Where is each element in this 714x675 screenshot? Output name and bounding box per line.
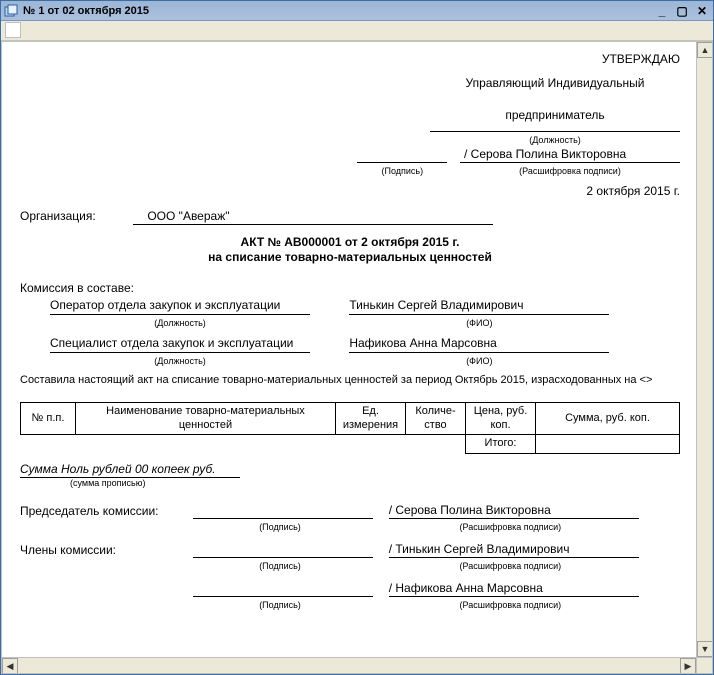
sum-words: Сумма Ноль рублей 00 копеек руб. xyxy=(20,462,240,478)
table-header-row: № п.п. Наименование товарно-материальных… xyxy=(21,402,680,435)
sum-words-row: Сумма Ноль рублей 00 копеек руб. xyxy=(20,456,680,478)
committee-row-1: Оператор отдела закупок и эксплуатации Т… xyxy=(50,298,680,315)
approve-header: УТВЕРЖДАЮ xyxy=(20,52,680,67)
close-button[interactable]: ✕ xyxy=(693,3,711,19)
table-total-row: Итого: xyxy=(21,435,680,454)
toolbar-button[interactable] xyxy=(5,22,21,38)
committee-sub-2: (Должность) (ФИО) xyxy=(50,353,680,368)
scroll-corner xyxy=(696,657,712,673)
org-row: Организация: ООО "Авераж" xyxy=(20,209,680,225)
approve-sign-row: / Серова Полина Викторовна xyxy=(20,147,680,163)
items-table: № п.п. Наименование товарно-материальных… xyxy=(20,402,680,454)
scroll-right-icon[interactable]: ▶ xyxy=(680,658,696,674)
sig-member-2-sub: (Подпись) (Расшифровка подписи) xyxy=(190,597,680,612)
approve-position-caption-row: (Должность) xyxy=(20,132,680,147)
document-viewport: УТВЕРЖДАЮ Управляющий Индивидуальный пре… xyxy=(1,41,713,674)
minimize-button[interactable]: _ xyxy=(653,3,671,19)
scrollbar-horizontal[interactable]: ◀ ▶ xyxy=(2,657,696,673)
paragraph: Составила настоящий акт на списание това… xyxy=(20,374,680,388)
org-label: Организация: xyxy=(20,209,130,224)
window-frame: № 1 от 02 октября 2015 _ ▢ ✕ УТВЕРЖДАЮ У… xyxy=(0,0,714,675)
scrollbar-vertical[interactable]: ▲ ▼ xyxy=(696,42,712,657)
approve-position: Управляющий Индивидуальный предпринимате… xyxy=(20,67,680,132)
sig-chairman-sub: (Подпись) (Расшифровка подписи) xyxy=(190,519,680,534)
approve-sign-caption-row: (Подпись) (Расшифровка подписи) xyxy=(20,163,680,178)
doc-title: АКТ № АВ000001 от 2 октября 2015 г. на с… xyxy=(20,235,680,265)
maximize-button[interactable]: ▢ xyxy=(673,3,691,19)
sig-member-2: / Нафикова Анна Марсовна xyxy=(20,581,680,597)
scroll-up-icon[interactable]: ▲ xyxy=(697,42,713,58)
sum-words-caption: (сумма прописью) xyxy=(70,478,680,489)
sig-chairman: Председатель комиссии: / Серова Полина В… xyxy=(20,503,680,519)
toolbar xyxy=(1,21,713,41)
approve-date: 2 октября 2015 г. xyxy=(20,184,680,199)
sig-member-1: Члены комиссии: / Тинькин Сергей Владими… xyxy=(20,542,680,558)
approve-block: УТВЕРЖДАЮ Управляющий Индивидуальный пре… xyxy=(20,52,680,199)
window-title: № 1 от 02 октября 2015 xyxy=(23,5,651,17)
committee-row-2: Специалист отдела закупок и эксплуатации… xyxy=(50,336,680,353)
titlebar[interactable]: № 1 от 02 октября 2015 _ ▢ ✕ xyxy=(1,1,713,21)
committee-label: Комиссия в составе: xyxy=(20,281,680,296)
org-value: ООО "Авераж" xyxy=(133,209,493,225)
app-icon xyxy=(3,3,19,19)
document-body: УТВЕРЖДАЮ Управляющий Индивидуальный пре… xyxy=(2,42,698,640)
committee-sub-1: (Должность) (ФИО) xyxy=(50,315,680,330)
scroll-down-icon[interactable]: ▼ xyxy=(697,641,713,657)
scroll-left-icon[interactable]: ◀ xyxy=(2,658,18,674)
sig-member-1-sub: (Подпись) (Расшифровка подписи) xyxy=(190,558,680,573)
